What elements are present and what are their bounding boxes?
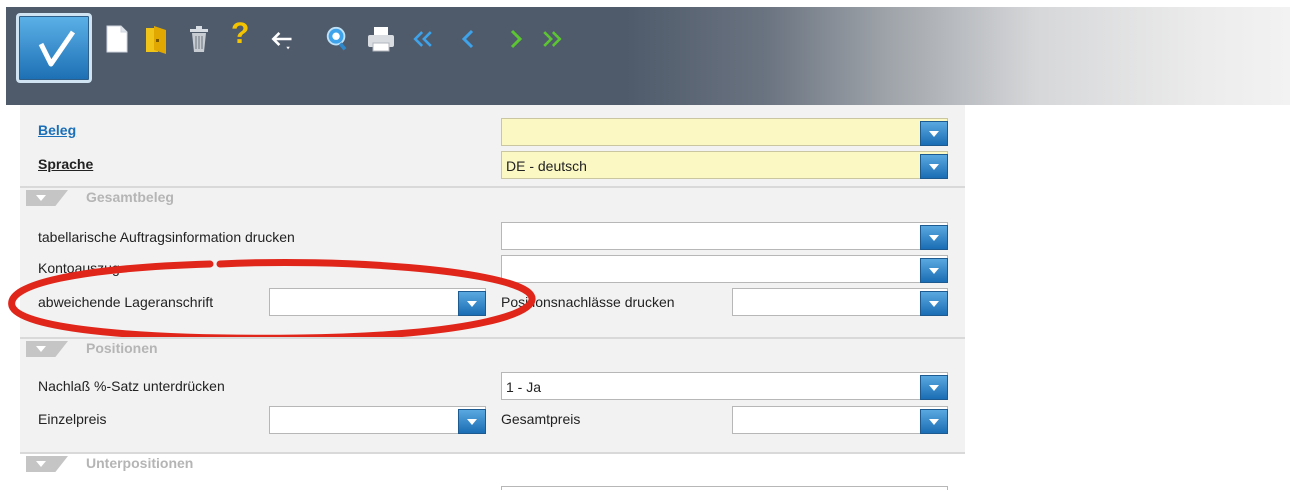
section-toggle[interactable] <box>26 456 68 472</box>
nachlass-label: Nachlaß %-Satz unterdrücken <box>38 378 225 394</box>
gesamtpreis-field[interactable] <box>732 406 948 434</box>
beleg-field[interactable] <box>501 118 948 146</box>
gesamtpreis-label: Gesamtpreis <box>501 411 581 427</box>
tabellarisch-label: tabellarische Auftragsinformation drucke… <box>38 229 295 245</box>
print-icon[interactable] <box>366 24 396 54</box>
section-title: Positionen <box>86 340 158 356</box>
chevron-down-icon <box>929 268 939 274</box>
sprache-dropdown-button[interactable] <box>920 154 948 179</box>
first-record-icon[interactable] <box>410 24 436 54</box>
search-icon[interactable] <box>324 24 350 54</box>
section-toggle[interactable] <box>26 190 68 206</box>
sprache-field[interactable]: DE - deutsch <box>501 151 948 179</box>
tabellarisch-field[interactable] <box>501 222 948 250</box>
chevron-down-icon <box>467 419 477 425</box>
section-gesamtbeleg[interactable]: Gesamtbeleg <box>20 186 965 208</box>
back-arrow-icon[interactable] <box>269 24 295 54</box>
delete-trash-icon[interactable] <box>186 24 212 54</box>
sprache-value: DE - deutsch <box>506 158 587 174</box>
beleg-label[interactable]: Beleg <box>38 122 76 138</box>
nachlass-field[interactable]: 1 - Ja <box>501 372 948 400</box>
collapse-arrow-icon <box>36 195 46 201</box>
last-record-icon[interactable] <box>539 24 565 54</box>
next-record-icon[interactable] <box>502 24 528 54</box>
collapse-arrow-icon <box>36 461 46 467</box>
section-unterpositionen[interactable]: Unterpositionen <box>20 452 965 474</box>
collapse-arrow-icon <box>36 346 46 352</box>
confirm-button[interactable] <box>16 13 92 83</box>
chevron-down-icon <box>929 164 939 170</box>
positionsnachlaesse-dropdown-button[interactable] <box>920 291 948 316</box>
einzelpreis-dropdown-button[interactable] <box>458 409 486 434</box>
chevron-down-icon <box>929 131 939 137</box>
new-document-icon[interactable] <box>104 24 130 54</box>
section-positionen[interactable]: Positionen <box>20 337 965 359</box>
gesamtpreis-dropdown-button[interactable] <box>920 409 948 434</box>
nachlass-dropdown-button[interactable] <box>920 375 948 400</box>
empty-area <box>965 105 1290 490</box>
einzelpreis-field[interactable] <box>269 406 486 434</box>
open-folder-icon[interactable] <box>144 24 170 54</box>
beleg-dropdown-button[interactable] <box>920 121 948 146</box>
chevron-down-icon <box>929 235 939 241</box>
unterpositionen-field[interactable] <box>501 486 948 490</box>
positionsnachlaesse-field[interactable] <box>732 288 948 316</box>
help-icon[interactable]: ? <box>231 17 257 50</box>
chevron-down-icon <box>929 419 939 425</box>
section-title: Gesamtbeleg <box>86 189 174 205</box>
sprache-label: Sprache <box>38 156 94 172</box>
chevron-down-icon <box>929 301 939 307</box>
einzelpreis-label: Einzelpreis <box>38 411 107 427</box>
kontoauszug-field[interactable] <box>501 255 948 283</box>
nachlass-value: 1 - Ja <box>506 379 542 395</box>
kontoauszug-dropdown-button[interactable] <box>920 258 948 283</box>
tabellarisch-dropdown-button[interactable] <box>920 225 948 250</box>
confirm-check-icon <box>38 30 76 67</box>
chevron-down-icon <box>929 385 939 391</box>
highlight-ellipse <box>8 258 536 342</box>
previous-record-icon[interactable] <box>456 24 482 54</box>
section-title: Unterpositionen <box>86 455 194 471</box>
toolbar: ? <box>6 7 1290 105</box>
section-toggle[interactable] <box>26 341 68 357</box>
